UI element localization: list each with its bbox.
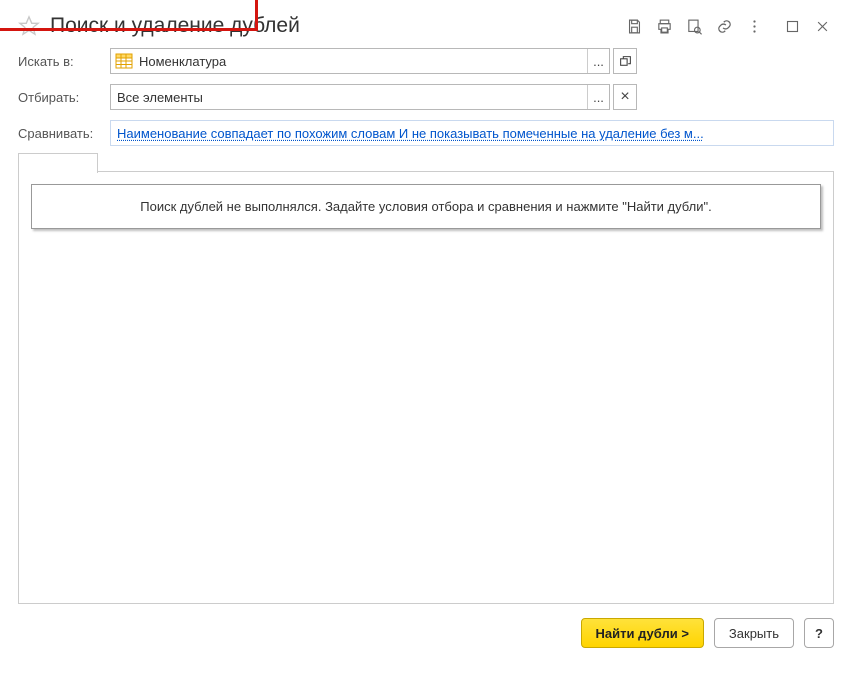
search-in-value: Номенклатура — [135, 54, 587, 69]
window-title: Поиск и удаление дублей — [50, 14, 622, 38]
search-in-field[interactable]: Номенклатура ... — [110, 48, 610, 74]
tab-strip — [18, 152, 834, 172]
help-button[interactable]: ? — [804, 618, 834, 648]
maximize-icon[interactable] — [780, 14, 804, 38]
compare-value-link[interactable]: Наименование совпадает по похожим словам… — [111, 126, 833, 141]
compare-field[interactable]: Наименование совпадает по похожим словам… — [110, 120, 834, 146]
search-in-select-button[interactable]: ... — [587, 49, 609, 73]
more-icon[interactable] — [742, 14, 766, 38]
search-in-open-button[interactable] — [613, 48, 637, 74]
print-icon[interactable] — [652, 14, 676, 38]
save-icon[interactable] — [622, 14, 646, 38]
link-icon[interactable] — [712, 14, 736, 38]
close-window-icon[interactable] — [810, 14, 834, 38]
filter-value: Все элементы — [111, 90, 587, 105]
search-in-label: Искать в: — [18, 54, 110, 69]
filter-clear-button[interactable]: × — [613, 84, 637, 110]
filter-field[interactable]: Все элементы ... — [110, 84, 610, 110]
find-duplicates-button[interactable]: Найти дубли > — [581, 618, 704, 648]
favorite-star-icon[interactable] — [18, 15, 40, 37]
catalog-icon — [115, 52, 133, 70]
filter-label: Отбирать: — [18, 90, 110, 105]
compare-label: Сравнивать: — [18, 126, 110, 141]
tab-blank[interactable] — [18, 153, 98, 173]
info-notice: Поиск дублей не выполнялся. Задайте усло… — [31, 184, 821, 229]
filter-select-button[interactable]: ... — [587, 85, 609, 109]
report-icon[interactable] — [682, 14, 706, 38]
results-area: Поиск дублей не выполнялся. Задайте усло… — [18, 172, 834, 604]
close-button[interactable]: Закрыть — [714, 618, 794, 648]
